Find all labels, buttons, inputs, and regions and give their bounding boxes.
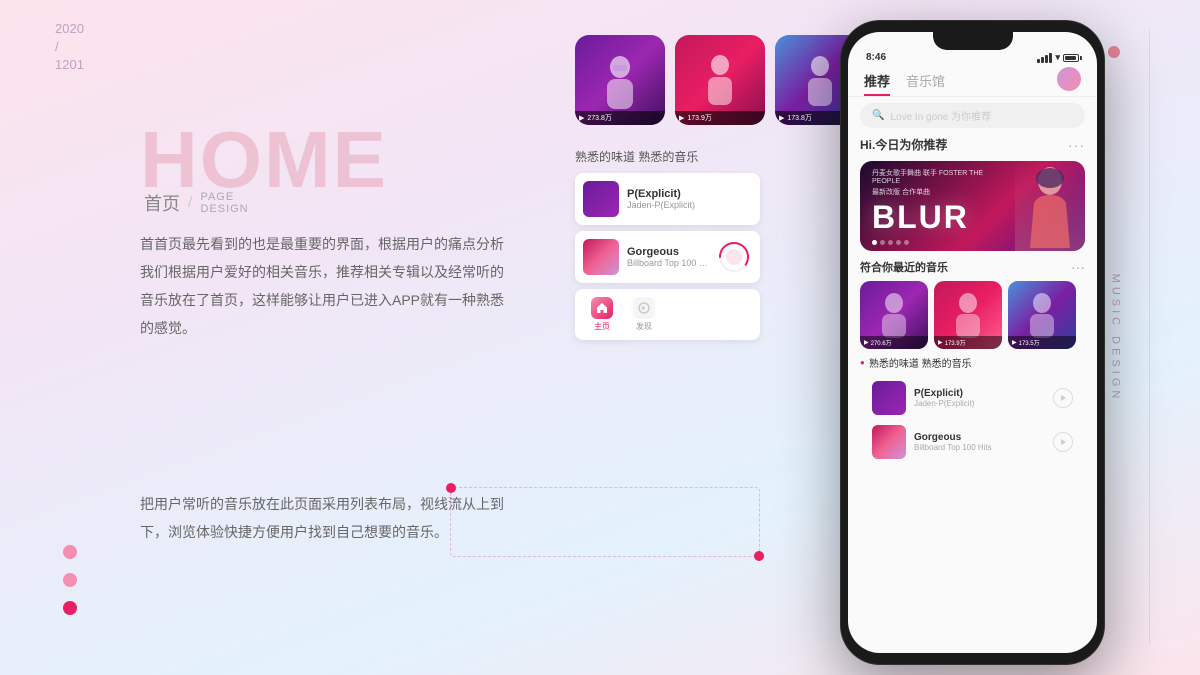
home-large-text: HOME [140,120,388,200]
phone-notch [933,32,1013,50]
user-avatar[interactable] [1057,67,1081,91]
description-1: 首首页最先看到的也是最重要的界面，根据用户的痛点分析我们根据用户爱好的相关音乐，… [140,230,510,342]
battery-icon [1063,54,1079,62]
home-page-label: PAGE DESIGN [200,191,248,215]
familiar-section: ● 熟悉的味道 熟悉的音乐 P(Explicit) Jaden-P(Explic… [848,355,1097,464]
banner-dot-1 [872,240,877,245]
song-thumb-1 [583,181,619,217]
song-item-1[interactable]: P(Explicit) Jaden-P(Explicit) [575,173,760,225]
left-dots [63,545,77,615]
song-thumb-2 [583,239,619,275]
dot-2 [63,573,77,587]
phone-song-info-1: P(Explicit) Jaden-P(Explicit) [914,388,1045,408]
recent-albums: ▶ 270.6万 ▶ 173.9万 [860,281,1085,349]
familiar-header-text: 熟悉的味道 熟悉的音乐 [869,355,972,370]
song-list-panel: 熟悉的味道 熟悉的音乐 P(Explicit) Jaden-P(Explicit… [575,148,760,340]
banner-dot-5 [904,240,909,245]
phone-song-2[interactable]: Gorgeous Billboard Top 100 Hits [860,420,1085,464]
dotted-dot-tl [446,483,456,493]
banner-sub-top: 丹麦女歌手舞曲 联手 FOSTER THE PEOPLE [872,168,1003,185]
phone-song-sub-1: Jaden-P(Explicit) [914,399,1045,408]
dot-accent: ● [860,358,865,367]
phone-song-name-1: P(Explicit) [914,388,1045,399]
nav-home[interactable]: 主页 [591,297,613,332]
dot-3 [63,601,77,615]
signal-bar [1037,53,1052,63]
banner-dot-4 [896,240,901,245]
play-triangle-1 [1061,395,1066,401]
dotted-decoration [450,487,760,557]
search-bar[interactable]: 🔍 Love In gone 为你推荐 [860,103,1085,128]
song-artist-2: Billboard Top 100 Hits [627,258,708,268]
recent-header: 符合你最近的音乐 ··· [860,259,1085,275]
phone-song-1[interactable]: P(Explicit) Jaden-P(Explicit) [860,376,1085,420]
category-dot [1108,46,1120,58]
phone-song-sub-2: Billboard Top 100 Hits [914,443,1045,452]
phone-song-name-2: Gorgeous [914,432,1045,443]
song-info-1: P(Explicit) Jaden-P(Explicit) [627,188,752,210]
banner-dots [872,240,1003,245]
dot-1 [63,545,77,559]
vertical-label: MUSIC DESIGN [1110,273,1122,402]
home-subtitle-cn: 首页 [144,190,180,216]
nav-discover-label: 发现 [636,321,652,332]
nav-discover[interactable]: 发现 [633,297,655,332]
recent-album-3[interactable]: ▶ 173.5万 [1008,281,1076,349]
banner-person [1015,161,1085,251]
recent-album-2[interactable]: ▶ 173.9万 [934,281,1002,349]
banner-text: 丹麦女歌手舞曲 联手 FOSTER THE PEOPLE 最新改版 合作单曲 B… [860,161,1015,251]
blur-banner[interactable]: 丹麦女歌手舞曲 联手 FOSTER THE PEOPLE 最新改版 合作单曲 B… [860,161,1085,251]
banner-dot-2 [880,240,885,245]
banner-title: BLUR [872,199,1003,236]
home-divider: / [188,194,192,212]
recent-section: 符合你最近的音乐 ··· ▶ 270.6万 [848,259,1097,349]
top-albums: ▶ 273.8万 ▶ 173.9万 [575,35,865,125]
song-name-2: Gorgeous [627,246,708,258]
home-title-block: HOME 首页 / PAGE DESIGN [140,120,388,216]
nav-home-label: 主页 [594,321,610,332]
phone-play-btn-2[interactable] [1053,432,1073,452]
date-label: 2020 / 1201 [55,20,84,75]
status-time: 8:46 [866,52,886,63]
dotted-dot-br [754,551,764,561]
right-divider [1149,30,1150,645]
circular-progress [716,239,752,275]
recent-title: 符合你最近的音乐 [860,259,948,275]
home-nav-icon [591,297,613,319]
phone-play-btn-1[interactable] [1053,388,1073,408]
phone-song-thumb-1 [872,381,906,415]
play-triangle-2 [1061,439,1066,445]
song-name-1: P(Explicit) [627,188,752,200]
song-artist-1: Jaden-P(Explicit) [627,200,752,210]
tab-music-hall[interactable]: 音乐馆 [906,67,945,96]
panel-header: 熟悉的味道 熟悉的音乐 [575,148,760,165]
album-cover-2[interactable]: ▶ 173.9万 [675,35,765,125]
recent-more[interactable]: ··· [1071,259,1085,275]
album-cover-1[interactable]: ▶ 273.8万 [575,35,665,125]
phone-screen: 8:46 ▾ 推荐 音乐馆 [848,32,1097,653]
phone-mockup: 8:46 ▾ 推荐 音乐馆 [840,20,1105,665]
recent-album-1[interactable]: ▶ 270.6万 [860,281,928,349]
tab-recommend[interactable]: 推荐 [864,67,890,96]
song-info-2: Gorgeous Billboard Top 100 Hits [627,246,708,268]
familiar-header-phone: ● 熟悉的味道 熟悉的音乐 [860,355,1085,370]
more-dots[interactable]: ··· [1068,137,1085,153]
app-nav-tabs: 推荐 音乐馆 [848,67,1097,97]
search-icon: 🔍 [872,110,884,121]
hi-text: Hi.今日为你推荐 [860,136,947,153]
search-placeholder-text: Love In gone 为你推荐 [890,108,991,123]
status-icons: ▾ [1037,52,1079,63]
bottom-nav: 主页 发现 [575,289,760,340]
phone-song-thumb-2 [872,425,906,459]
banner-dot-3 [888,240,893,245]
wifi-icon: ▾ [1055,52,1060,63]
hi-section: Hi.今日为你推荐 ··· [848,136,1097,153]
song-item-2[interactable]: Gorgeous Billboard Top 100 Hits [575,231,760,283]
banner-sub-bottom: 最新改版 合作单曲 [872,187,1003,197]
phone-song-info-2: Gorgeous Billboard Top 100 Hits [914,432,1045,452]
discover-nav-icon [633,297,655,319]
